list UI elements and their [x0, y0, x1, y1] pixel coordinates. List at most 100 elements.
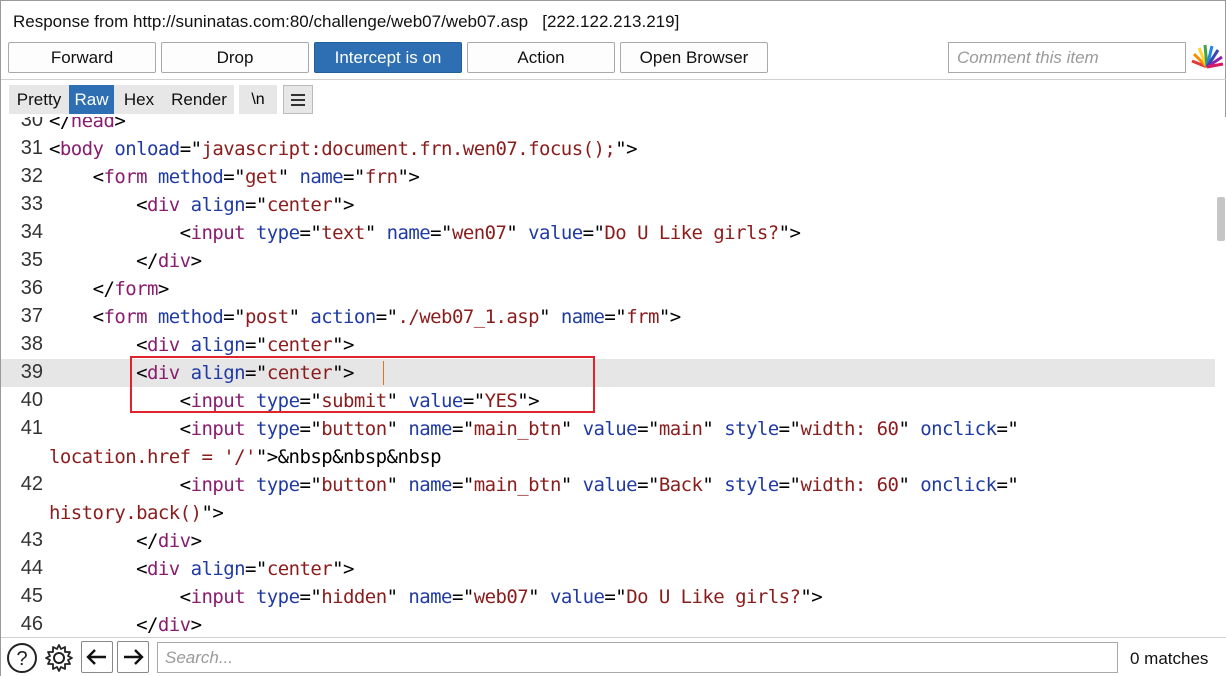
line-number: 44: [20, 557, 43, 579]
code-token: ">: [615, 138, 638, 160]
code-line[interactable]: 37 <form method="post" action="./web07_1…: [1, 303, 1215, 331]
hamburger-menu-icon[interactable]: [283, 85, 313, 114]
code-token: Back: [658, 474, 703, 496]
code-line[interactable]: 35 </div>: [1, 247, 1215, 275]
tab-render[interactable]: Render: [164, 85, 234, 114]
code-token: ">: [658, 306, 681, 328]
code-token: ": [528, 586, 550, 608]
search-bar: ? Search... 0 matches: [1, 637, 1226, 676]
code-line[interactable]: 42 <input type="button" name="main_btn" …: [1, 471, 1215, 499]
comment-input[interactable]: Comment this item: [948, 42, 1186, 73]
forward-button[interactable]: Forward: [8, 42, 156, 73]
code-line[interactable]: 43 </div>: [1, 527, 1215, 555]
code-line[interactable]: 38 <div align="center">: [1, 331, 1215, 359]
code-token: ": [539, 306, 561, 328]
code-token: =": [299, 586, 322, 608]
code-line[interactable]: 34 <input type="text" name="wen07" value…: [1, 219, 1215, 247]
tab-pretty[interactable]: Pretty: [9, 85, 69, 114]
code-token: =": [299, 474, 322, 496]
code-token: =": [778, 418, 801, 440]
code-token: value: [528, 222, 583, 244]
code-line[interactable]: 41 <input type="button" name="main_btn" …: [1, 415, 1215, 443]
code-token: =": [778, 474, 801, 496]
help-icon[interactable]: ?: [6, 642, 38, 674]
code-text: <input type="text" name="wen07" value="D…: [49, 222, 801, 244]
vertical-scrollbar[interactable]: [1215, 117, 1226, 637]
code-token: form: [114, 278, 158, 300]
code-token: <: [92, 166, 104, 188]
code-text: <div align="center">: [49, 334, 354, 356]
code-token: width: 60: [800, 418, 899, 440]
burp-logo-icon[interactable]: [1190, 41, 1224, 75]
code-line[interactable]: history.back()">: [1, 499, 1215, 527]
code-token: form: [103, 166, 148, 188]
code-token: width: 60: [800, 474, 899, 496]
code-token: >: [157, 278, 169, 300]
response-header: Response from http://suninatas.com:80/ch…: [13, 12, 679, 32]
code-text: <form method="get" name="frn">: [49, 166, 420, 188]
toolbar-divider: [1, 79, 1226, 80]
code-token: =": [430, 222, 452, 244]
code-token: center: [266, 558, 333, 580]
code-token: text: [321, 222, 365, 244]
code-token: <: [179, 474, 191, 496]
code-line[interactable]: 30 </head>: [1, 117, 1215, 135]
code-line[interactable]: 33 <div align="center">: [1, 191, 1215, 219]
code-token: ": [364, 222, 387, 244]
code-text: <div align="center">: [49, 194, 354, 216]
open-browser-button[interactable]: Open Browser: [620, 42, 768, 73]
tab-hex[interactable]: Hex: [114, 85, 164, 114]
code-token: style: [724, 474, 779, 496]
code-token: <: [136, 558, 148, 580]
code-token: ">: [397, 166, 420, 188]
code-text: </head>: [49, 117, 126, 132]
drop-button[interactable]: Drop: [161, 42, 309, 73]
arrow-right-icon[interactable]: [117, 641, 149, 673]
code-token: <: [136, 194, 148, 216]
code-line[interactable]: 44 <div align="center">: [1, 555, 1215, 583]
code-token: body: [59, 138, 104, 160]
code-token: =": [451, 474, 474, 496]
code-line[interactable]: 31 <body onload="javascript:document.frn.…: [1, 135, 1215, 163]
code-token: <: [179, 418, 191, 440]
search-input[interactable]: Search...: [157, 642, 1118, 673]
scrollbar-thumb[interactable]: [1217, 197, 1225, 241]
code-line[interactable]: 32 <form method="get" name="frn">: [1, 163, 1215, 191]
code-token: action: [310, 306, 376, 328]
code-token: value: [582, 474, 638, 496]
code-token: ": [702, 474, 725, 496]
code-line[interactable]: 36 </form>: [1, 275, 1215, 303]
gear-icon[interactable]: [43, 642, 75, 674]
intercept-toggle-button[interactable]: Intercept is on: [314, 42, 462, 73]
arrow-left-icon[interactable]: [81, 641, 113, 673]
code-line[interactable]: location.href = '/'">&nbsp&nbsp&nbsp: [1, 443, 1215, 471]
code-token: >: [114, 117, 126, 132]
code-line[interactable]: 46 </div>: [1, 611, 1215, 637]
code-token: </: [92, 278, 115, 300]
code-token: location.href = '/': [49, 446, 256, 468]
tab-raw[interactable]: Raw: [69, 85, 114, 114]
code-token: =": [582, 222, 605, 244]
action-button[interactable]: Action: [467, 42, 615, 73]
code-text: <form method="post" action="./web07_1.as…: [49, 306, 682, 328]
code-token: >: [190, 250, 202, 272]
code-token: >: [190, 530, 202, 552]
newline-toggle-button[interactable]: \n: [239, 85, 277, 114]
line-number: 37: [20, 305, 43, 327]
code-token: ": [560, 418, 583, 440]
code-line[interactable]: 45 <input type="hidden" name="web07" val…: [1, 583, 1215, 611]
code-token: onclick: [920, 418, 997, 440]
code-token: name: [408, 586, 452, 608]
code-token: javascript:document.frn.wen07.focus();: [201, 138, 616, 160]
